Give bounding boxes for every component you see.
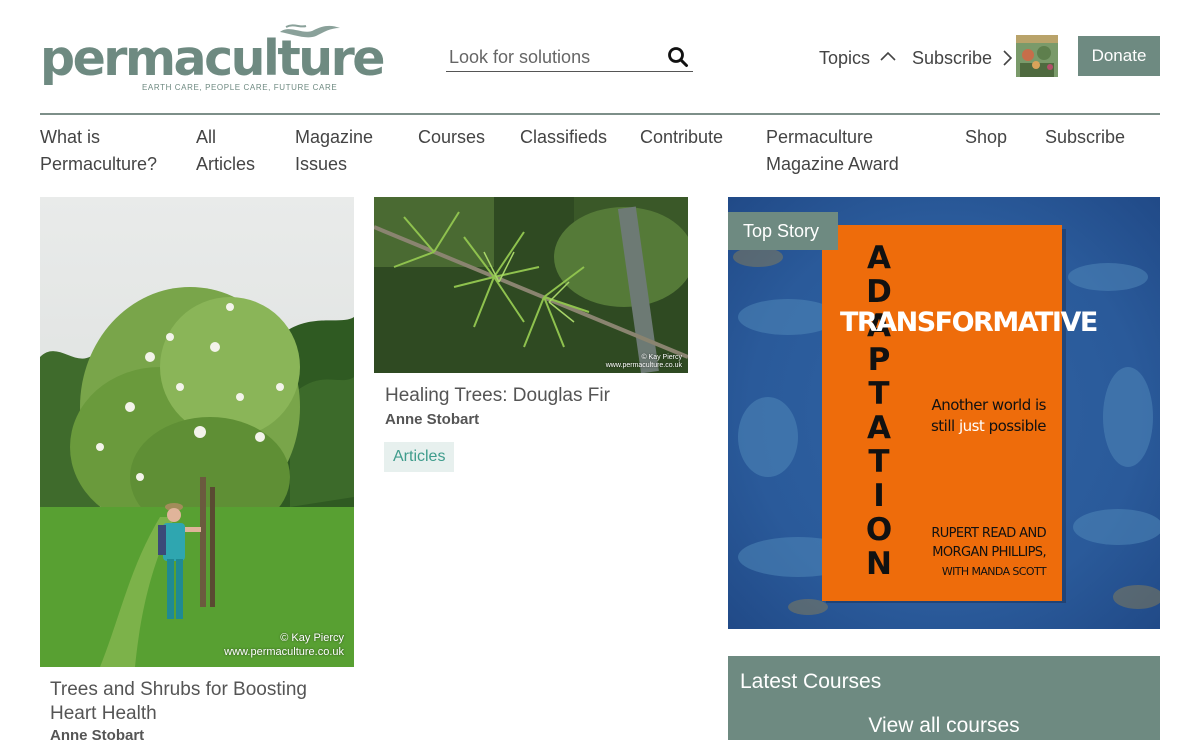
chevron-up-icon: [880, 52, 896, 61]
main-navigation: What is Permaculture? All Articles Magaz…: [40, 124, 1160, 184]
article-title[interactable]: Healing Trees: Douglas Fir: [385, 384, 675, 408]
credit-url: www.permaculture.co.uk: [605, 362, 682, 369]
book-subtitle-line2: still just possible: [906, 416, 1047, 437]
book-subtitle: Another world is still just possible: [906, 395, 1047, 437]
nav-item-courses[interactable]: Courses: [418, 124, 485, 151]
top-story-book-cover[interactable]: ADAPTATION TRANSFORMATIVE Another world …: [728, 197, 1160, 629]
book-author-line: WITH MANDA SCOTT: [941, 565, 1047, 578]
photo-credit: © Kay Piercy www.permaculture.co.uk: [606, 354, 682, 370]
search-icon[interactable]: [667, 46, 689, 68]
nav-item-contribute[interactable]: Contribute: [640, 124, 723, 151]
book-subtitle-line1: Another world is: [931, 396, 1046, 414]
donate-button[interactable]: Donate: [1078, 36, 1160, 76]
site-header: permaculture EARTH CARE, PEOPLE CARE, FU…: [40, 22, 1160, 100]
book-title-horizontal: TRANSFORMATIVE: [840, 307, 1098, 338]
credit-line: © Kay Piercy: [280, 632, 344, 644]
article-author: Anne Stobart: [385, 411, 480, 428]
photo-credit: © Kay Piercy www.permaculture.co.uk: [224, 631, 344, 659]
article-image-trees-shrubs[interactable]: © Kay Piercy www.permaculture.co.uk: [40, 197, 354, 667]
chevron-right-icon: [1003, 50, 1013, 66]
nav-item-permaculture-magazine-award[interactable]: Permaculture Magazine Award: [766, 124, 916, 178]
article-image-douglas-fir[interactable]: © Kay Piercy www.permaculture.co.uk: [374, 197, 688, 373]
book-subtitle-highlight: just: [958, 417, 985, 435]
book-title-vertical: ADAPTATION: [865, 240, 893, 582]
logo-wordmark: permaculture: [40, 30, 386, 87]
header-divider: [40, 113, 1160, 115]
credit-line: © Kay Piercy: [641, 354, 682, 361]
book-author-line: RUPERT READ AND: [931, 526, 1046, 541]
latest-courses-panel: Latest Courses View all courses: [728, 656, 1160, 740]
nav-item-shop[interactable]: Shop: [965, 124, 1007, 151]
logo-tagline: EARTH CARE, PEOPLE CARE, FUTURE CARE: [142, 83, 338, 92]
latest-courses-title: Latest Courses: [740, 670, 882, 693]
nav-item-what-is-permaculture[interactable]: What is Permaculture?: [40, 124, 170, 178]
nav-item-magazine-issues[interactable]: Magazine Issues: [295, 124, 385, 178]
nav-item-subscribe[interactable]: Subscribe: [1045, 124, 1125, 151]
top-story-badge: Top Story: [728, 212, 838, 250]
credit-url: www.permaculture.co.uk: [224, 646, 344, 658]
book-subtitle-part: possible: [984, 417, 1047, 435]
nav-item-all-articles[interactable]: All Articles: [196, 124, 266, 178]
subscribe-menu[interactable]: Subscribe: [912, 48, 1013, 69]
book-authors: RUPERT READ AND MORGAN PHILLIPS, WITH MA…: [918, 524, 1046, 581]
topics-label: Topics: [819, 48, 871, 68]
site-logo[interactable]: permaculture EARTH CARE, PEOPLE CARE, FU…: [40, 22, 386, 96]
subscribe-label: Subscribe: [912, 48, 993, 68]
category-tag[interactable]: Articles: [384, 442, 455, 472]
magazine-cover-thumbnail[interactable]: [1016, 35, 1058, 77]
article-title[interactable]: Trees and Shrubs for Boosting Heart Heal…: [50, 678, 340, 726]
article-author: Anne Stobart: [50, 727, 145, 740]
search-input[interactable]: [446, 44, 656, 70]
book-subtitle-part: still: [930, 417, 959, 435]
search-bar: [446, 44, 693, 72]
book-author-line: MORGAN PHILLIPS,: [932, 545, 1046, 560]
topics-menu[interactable]: Topics: [819, 48, 896, 69]
nav-item-classifieds[interactable]: Classifieds: [520, 124, 607, 151]
view-all-courses-link[interactable]: View all courses: [728, 714, 1160, 738]
